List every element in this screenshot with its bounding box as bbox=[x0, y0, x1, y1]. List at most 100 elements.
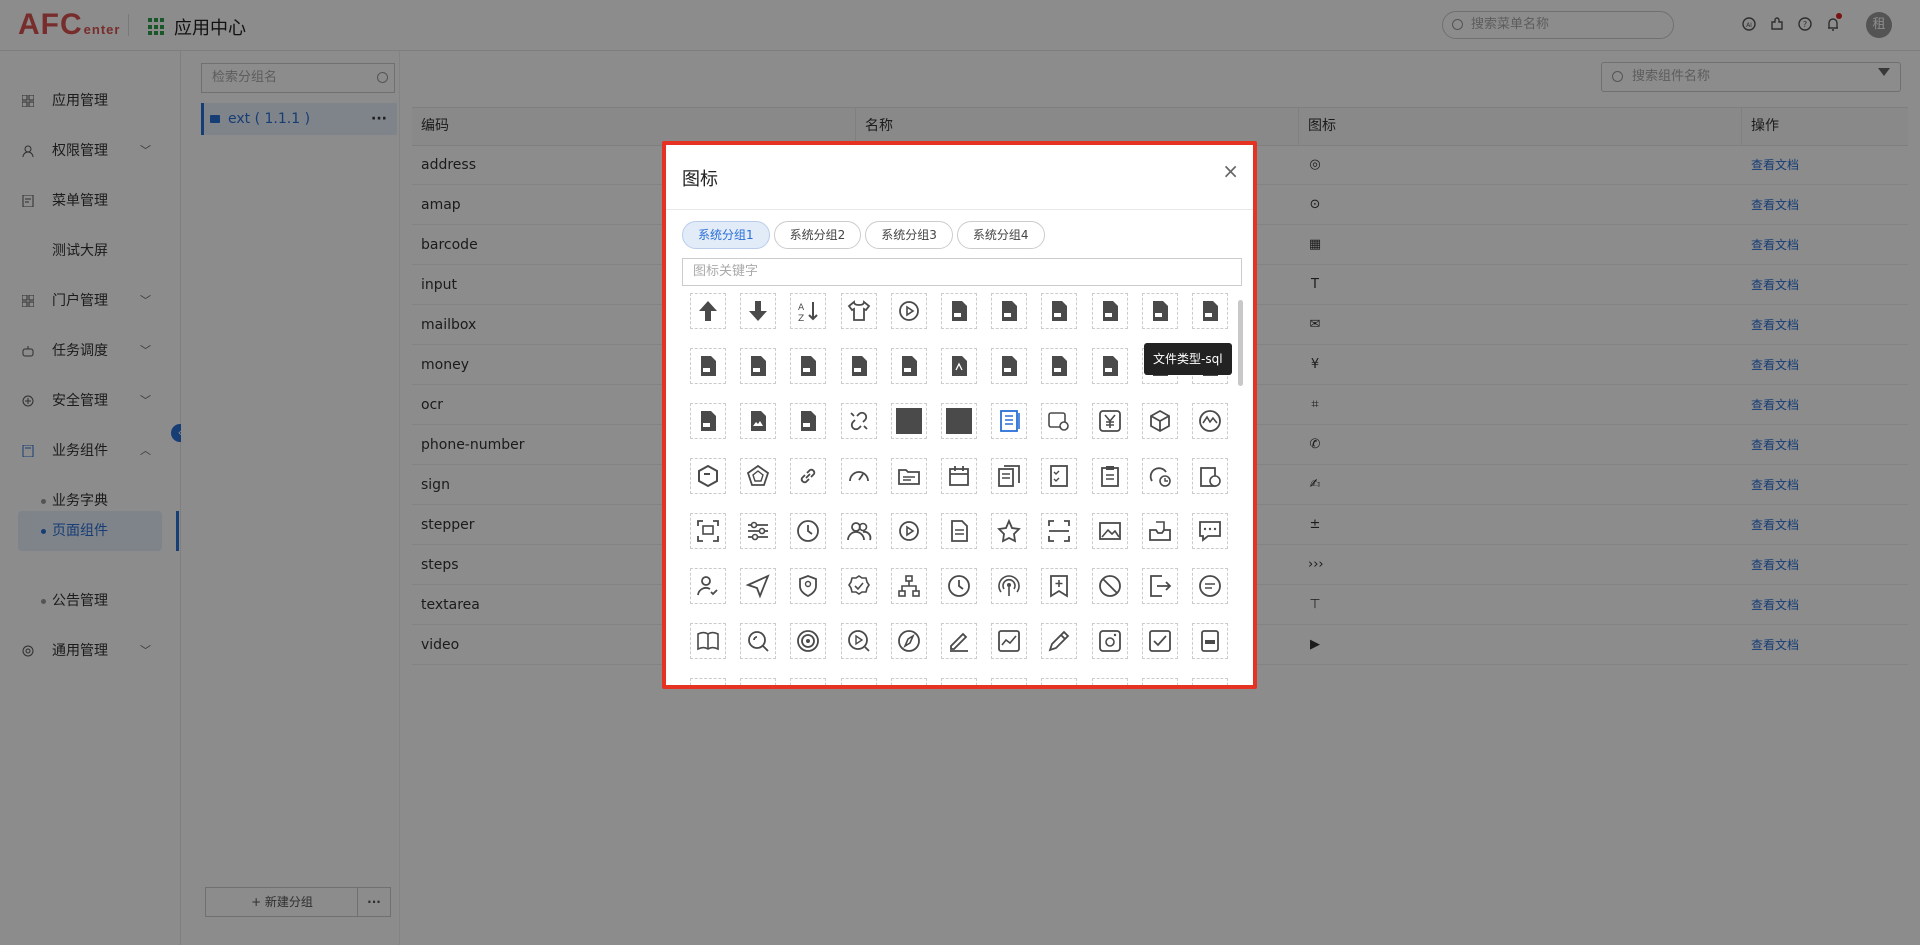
file-pdf-icon-glyph bbox=[952, 356, 967, 376]
settings-card-icon[interactable] bbox=[1041, 403, 1078, 439]
square-filled-icon[interactable] bbox=[890, 403, 927, 439]
shirt-icon[interactable] bbox=[840, 293, 877, 329]
yen-box-icon[interactable] bbox=[1091, 403, 1128, 439]
square-filled-icon[interactable] bbox=[941, 403, 977, 439]
file-type-icon[interactable] bbox=[690, 403, 726, 439]
arrow-up-icon[interactable] bbox=[690, 293, 726, 329]
file-type-icon[interactable] bbox=[790, 403, 827, 439]
image-icon[interactable] bbox=[1091, 513, 1128, 549]
hexagon-icon[interactable] bbox=[690, 458, 726, 494]
forbid-icon[interactable] bbox=[1091, 568, 1128, 604]
file-image-icon[interactable] bbox=[740, 403, 777, 439]
play-circle-icon[interactable] bbox=[890, 293, 927, 329]
sliders-icon[interactable] bbox=[740, 513, 777, 549]
icon-cell-partial[interactable] bbox=[690, 678, 726, 685]
copy-doc-icon[interactable] bbox=[991, 458, 1028, 494]
book-open-icon[interactable] bbox=[690, 623, 726, 659]
badge-check-icon[interactable] bbox=[840, 568, 877, 604]
file-type-icon[interactable] bbox=[1192, 293, 1228, 329]
file-type-icon[interactable] bbox=[991, 348, 1028, 384]
tab-group-2[interactable]: 系统分组2 bbox=[773, 221, 862, 249]
broadcast-icon[interactable] bbox=[991, 568, 1028, 604]
file-type-icon[interactable] bbox=[840, 348, 877, 384]
shield-icon[interactable] bbox=[790, 568, 827, 604]
document-icon[interactable] bbox=[941, 513, 977, 549]
file-type-icon[interactable] bbox=[1091, 293, 1128, 329]
icon-keyword-input[interactable]: 图标关键字 bbox=[682, 258, 1242, 286]
device-icon[interactable] bbox=[1192, 623, 1228, 659]
file-pdf-icon[interactable] bbox=[941, 348, 977, 384]
modal-scrollbar[interactable] bbox=[1238, 300, 1243, 386]
clipboard-clock-icon[interactable] bbox=[1192, 458, 1228, 494]
users-icon[interactable] bbox=[840, 513, 877, 549]
chart-circle-icon[interactable] bbox=[1192, 403, 1228, 439]
settings-card-icon-glyph bbox=[1048, 412, 1070, 431]
message-icon-glyph bbox=[1199, 575, 1221, 597]
folder-card-icon[interactable] bbox=[890, 458, 927, 494]
edit-icon[interactable] bbox=[941, 623, 977, 659]
pencil-icon[interactable] bbox=[1041, 623, 1078, 659]
send-icon[interactable] bbox=[740, 568, 777, 604]
icon-cell-partial[interactable] bbox=[941, 678, 977, 685]
tab-group-3[interactable]: 系统分组3 bbox=[865, 221, 953, 249]
scan-frame-icon[interactable] bbox=[1041, 513, 1078, 549]
icon-cell-partial[interactable] bbox=[991, 678, 1028, 685]
calendar-icon[interactable] bbox=[941, 458, 977, 494]
org-chart-icon[interactable] bbox=[890, 568, 927, 604]
icon-cell-partial[interactable] bbox=[1192, 678, 1228, 685]
file-type-icon[interactable] bbox=[690, 348, 726, 384]
icon-cell-partial[interactable] bbox=[790, 678, 827, 685]
link-break-icon[interactable] bbox=[840, 403, 877, 439]
camera-icon[interactable] bbox=[1091, 623, 1128, 659]
file-type-icon[interactable] bbox=[991, 293, 1028, 329]
checkbox-icon[interactable] bbox=[1141, 623, 1178, 659]
chat-icon[interactable] bbox=[1192, 513, 1228, 549]
icon-cell-partial[interactable] bbox=[1091, 678, 1128, 685]
file-type-icon[interactable] bbox=[740, 348, 777, 384]
tab-group-4[interactable]: 系统分组4 bbox=[956, 221, 1045, 249]
compass-icon[interactable] bbox=[890, 623, 927, 659]
icon-cell-partial[interactable] bbox=[840, 678, 877, 685]
file-type-icon[interactable] bbox=[1041, 348, 1078, 384]
star-icon[interactable] bbox=[991, 513, 1028, 549]
search-icon[interactable] bbox=[740, 623, 777, 659]
user-check-icon[interactable] bbox=[690, 568, 726, 604]
inbox-icon[interactable] bbox=[1141, 513, 1178, 549]
file-type-icon[interactable] bbox=[790, 348, 827, 384]
play-circle-icon-glyph bbox=[898, 301, 919, 321]
arrow-down-icon[interactable] bbox=[740, 293, 777, 329]
arrow-up-icon-glyph bbox=[699, 301, 717, 321]
play-circle-icon[interactable] bbox=[890, 513, 927, 549]
icon-cell-partial[interactable] bbox=[1041, 678, 1078, 685]
gauge-icon[interactable] bbox=[840, 458, 877, 494]
close-icon[interactable]: × bbox=[1222, 159, 1239, 183]
clipboard-icon[interactable] bbox=[1091, 458, 1128, 494]
list-doc-icon[interactable] bbox=[991, 403, 1028, 439]
target-icon[interactable] bbox=[790, 623, 827, 659]
message-icon[interactable] bbox=[1192, 568, 1228, 604]
icon-cell-partial[interactable] bbox=[740, 678, 777, 685]
link-icon[interactable] bbox=[790, 458, 827, 494]
sort-az-icon[interactable]: AZ bbox=[790, 293, 827, 329]
cube-icon[interactable] bbox=[1141, 403, 1178, 439]
tab-group-1[interactable]: 系统分组1 bbox=[682, 221, 770, 249]
file-type-icon[interactable] bbox=[1141, 293, 1178, 329]
clock-icon[interactable] bbox=[790, 513, 827, 549]
file-type-icon-glyph bbox=[952, 301, 967, 321]
file-type-icon[interactable] bbox=[1041, 293, 1078, 329]
file-type-icon[interactable] bbox=[941, 293, 977, 329]
checklist-icon[interactable] bbox=[1041, 458, 1078, 494]
icon-cell-partial[interactable] bbox=[1141, 678, 1178, 685]
bookmark-plus-icon[interactable] bbox=[1041, 568, 1078, 604]
file-type-icon[interactable] bbox=[890, 348, 927, 384]
camera-icon-glyph bbox=[1098, 630, 1121, 652]
screen-scan-icon[interactable] bbox=[690, 513, 726, 549]
icon-cell-partial[interactable] bbox=[890, 678, 927, 685]
file-type-icon[interactable] bbox=[1091, 348, 1128, 384]
clock-icon[interactable] bbox=[941, 568, 977, 604]
chart-box-icon[interactable] bbox=[991, 623, 1028, 659]
video-search-icon[interactable] bbox=[840, 623, 877, 659]
logout-icon[interactable] bbox=[1141, 568, 1178, 604]
pentagon-icon[interactable] bbox=[740, 458, 777, 494]
fingerprint-clock-icon[interactable] bbox=[1141, 458, 1178, 494]
